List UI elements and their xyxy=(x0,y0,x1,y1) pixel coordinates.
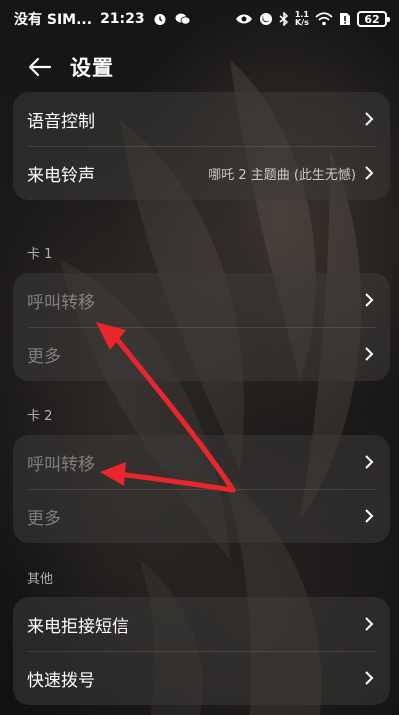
list-item-label: 来电铃声 xyxy=(27,165,95,186)
ringtone-value: 哪吒 2 主题曲 (此生无憾) xyxy=(208,167,356,183)
chevron-right-icon xyxy=(362,671,376,685)
eye-comfort-icon xyxy=(235,13,253,25)
carrier-text: 没有 SIM... xyxy=(14,12,93,28)
settings-card-other: 来电拒接短信 快速拨号 xyxy=(13,597,390,705)
back-arrow-icon xyxy=(28,57,52,77)
wifi-icon xyxy=(315,12,333,26)
chevron-right-icon xyxy=(362,112,376,126)
list-item-label: 更多 xyxy=(27,508,61,529)
list-item-call-forwarding-sim2[interactable]: 呼叫转移 xyxy=(13,435,390,489)
list-item-ringtone[interactable]: 来电铃声 哪吒 2 主题曲 (此生无憾) xyxy=(13,146,390,200)
title-bar: 设置 xyxy=(0,44,399,90)
section-title-card1: 卡 1 xyxy=(27,247,53,262)
chevron-right-icon xyxy=(362,509,376,523)
chevron-right-icon xyxy=(362,617,376,631)
list-item-speed-dial[interactable]: 快速拨号 xyxy=(13,651,390,705)
do-not-disturb-icon xyxy=(259,12,273,26)
page-title: 设置 xyxy=(70,56,114,80)
list-item-label: 呼叫转移 xyxy=(27,454,95,475)
section-title-other: 其他 xyxy=(27,572,54,587)
settings-card-sim1: 呼叫转移 更多 xyxy=(13,273,390,381)
network-rate: 1.1 K/s xyxy=(295,11,309,27)
list-item-reject-sms[interactable]: 来电拒接短信 xyxy=(13,597,390,651)
list-item-more-sim2[interactable]: 更多 xyxy=(13,489,390,543)
list-item-more-sim1[interactable]: 更多 xyxy=(13,327,390,381)
chevron-right-icon xyxy=(362,347,376,361)
alarm-icon xyxy=(153,12,167,26)
list-item-call-forwarding-sim1[interactable]: 呼叫转移 xyxy=(13,273,390,327)
wechat-icon xyxy=(175,12,191,26)
back-button[interactable] xyxy=(18,45,62,89)
bluetooth-icon xyxy=(279,12,289,26)
list-item-label: 更多 xyxy=(27,346,61,367)
chevron-right-icon xyxy=(362,166,376,180)
list-item-label: 来电拒接短信 xyxy=(27,616,129,637)
network-rate-unit: K/s xyxy=(294,18,309,27)
chevron-right-icon xyxy=(362,293,376,307)
clock-time: 21:23 xyxy=(100,11,145,27)
battery-indicator: 62 xyxy=(357,11,390,27)
status-bar: 没有 SIM... 21:23 1.1 K/s 62 xyxy=(0,0,399,38)
section-title-card2: 卡 2 xyxy=(27,409,53,424)
list-item-label: 语音控制 xyxy=(27,111,95,132)
list-item-label: 快速拨号 xyxy=(27,670,95,691)
list-item-label: 呼叫转移 xyxy=(27,292,95,313)
settings-card-ringtone: 语音控制 来电铃声 哪吒 2 主题曲 (此生无憾) xyxy=(13,92,390,200)
chevron-right-icon xyxy=(362,455,376,469)
sim-alert-icon xyxy=(339,12,351,26)
list-item-voice-control[interactable]: 语音控制 xyxy=(13,92,390,146)
settings-card-sim2: 呼叫转移 更多 xyxy=(13,435,390,543)
